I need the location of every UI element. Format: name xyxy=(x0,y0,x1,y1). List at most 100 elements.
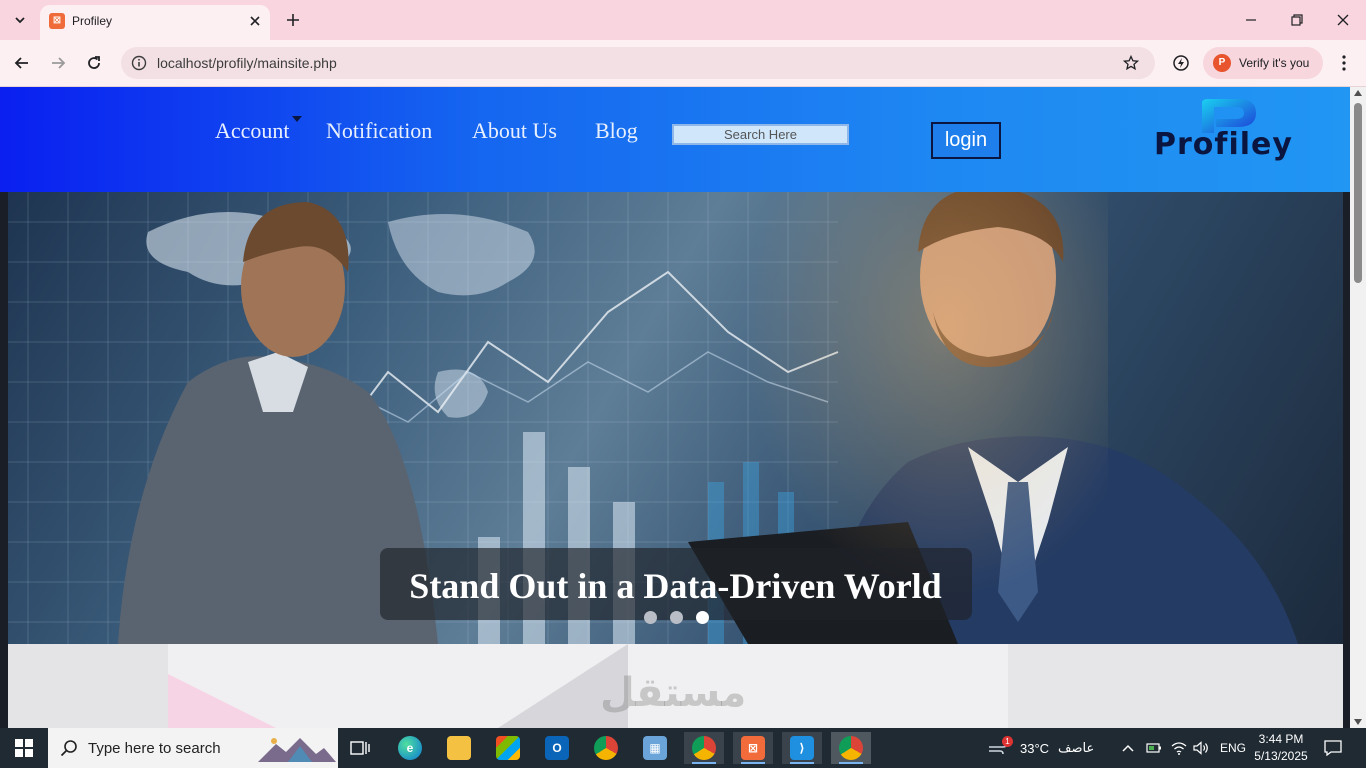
site-info-icon[interactable] xyxy=(130,54,148,72)
taskbar-vscode[interactable]: ⟩ xyxy=(782,732,822,764)
reload-button[interactable] xyxy=(81,50,107,76)
hero-carousel[interactable]: Stand Out in a Data-Driven World xyxy=(8,192,1343,644)
wifi-icon xyxy=(1171,742,1187,755)
address-bar[interactable]: localhost/profily/mainsite.php xyxy=(121,47,1155,79)
scroll-down-arrow-icon[interactable] xyxy=(1354,719,1362,725)
language-indicator[interactable]: ENG xyxy=(1220,728,1246,768)
reload-icon xyxy=(88,56,100,69)
taskbar-chrome-active[interactable] xyxy=(831,732,871,764)
scroll-thumb[interactable] xyxy=(1354,103,1362,283)
profile-label: Verify it's you xyxy=(1239,56,1310,70)
bookmark-star-icon[interactable] xyxy=(1121,53,1141,73)
hero-title: Stand Out in a Data-Driven World xyxy=(409,566,942,606)
browser-toolbar: localhost/profily/mainsite.php P Verify … xyxy=(0,40,1366,87)
extension-icon[interactable] xyxy=(1170,52,1192,74)
speaker-icon xyxy=(1193,741,1208,755)
chevron-down-icon xyxy=(15,17,25,24)
taskbar-search-box[interactable]: Type here to search xyxy=(48,728,338,768)
site-header: Account Notification About Us Blog login… xyxy=(0,87,1350,192)
close-window-button[interactable] xyxy=(1320,0,1366,40)
outlook-icon: O xyxy=(545,736,569,760)
taskbar-file-explorer[interactable] xyxy=(439,732,479,764)
decorative-shape xyxy=(8,644,168,728)
weather-temp: 33°C xyxy=(1020,740,1050,756)
browser-tab-active[interactable]: ⊠ Profiley xyxy=(40,5,270,40)
logo-text: Profiley xyxy=(1154,127,1293,162)
xampp-icon: ⊠ xyxy=(741,736,765,760)
windows-logo-icon xyxy=(15,739,33,757)
profiley-logo[interactable]: Profiley xyxy=(1150,97,1315,167)
mostaql-watermark: مستقل xyxy=(600,670,747,716)
profile-verify-button[interactable]: P Verify it's you xyxy=(1203,47,1323,79)
more-vertical-icon xyxy=(1342,55,1346,71)
taskbar-store[interactable] xyxy=(488,732,528,764)
taskbar-chrome[interactable] xyxy=(586,732,626,764)
taskbar-outlook[interactable]: O xyxy=(537,732,577,764)
windows-taskbar: Type here to search e O ▦ ⊠ ⟩ 1 33°C عاص… xyxy=(0,728,1366,768)
notification-icon xyxy=(1324,740,1342,756)
active-indicator xyxy=(839,762,863,764)
battery-status[interactable] xyxy=(1146,728,1162,768)
close-icon xyxy=(250,16,260,26)
start-button[interactable] xyxy=(0,728,48,768)
page-scrollbar[interactable] xyxy=(1350,87,1366,728)
close-icon xyxy=(1337,14,1349,26)
taskbar-edge[interactable]: e xyxy=(390,732,430,764)
folder-icon xyxy=(447,736,471,760)
account-dropdown-caret-icon[interactable] xyxy=(292,116,302,122)
nav-account[interactable]: Account xyxy=(215,118,290,144)
scroll-up-arrow-icon[interactable] xyxy=(1354,90,1362,96)
back-button[interactable] xyxy=(9,50,35,76)
task-view-icon xyxy=(350,741,370,755)
tab-close-button[interactable] xyxy=(246,12,264,30)
restore-icon xyxy=(1291,14,1303,26)
active-indicator xyxy=(741,762,765,764)
browser-menu-button[interactable] xyxy=(1333,52,1355,74)
active-indicator xyxy=(692,762,716,764)
arrow-right-icon xyxy=(52,57,66,69)
chrome-profile-icon xyxy=(692,736,716,760)
taskbar-xampp[interactable]: ⊠ xyxy=(733,732,773,764)
carousel-dot-1[interactable] xyxy=(644,611,657,624)
system-clock[interactable]: 3:44 PM 5/13/2025 xyxy=(1250,731,1312,765)
restore-button[interactable] xyxy=(1274,0,1320,40)
volume-control[interactable] xyxy=(1193,728,1209,768)
nav-notification[interactable]: Notification xyxy=(326,118,432,144)
content-section: مستقل xyxy=(8,644,1343,728)
tab-search-menu-button[interactable] xyxy=(8,8,32,32)
minimize-icon xyxy=(1246,19,1256,21)
decorative-shape xyxy=(168,674,288,728)
weather-label: عاصف xyxy=(1058,740,1095,755)
forward-button[interactable] xyxy=(45,50,71,76)
show-hidden-icons-button[interactable] xyxy=(1121,728,1135,768)
calculator-icon: ▦ xyxy=(643,736,667,760)
login-button[interactable]: login xyxy=(931,122,1001,159)
arrow-left-icon xyxy=(14,57,28,69)
vscode-icon: ⟩ xyxy=(790,736,814,760)
profile-avatar: P xyxy=(1213,54,1231,72)
browser-tab-bar: ⊠ Profiley xyxy=(0,0,1366,40)
task-view-button[interactable] xyxy=(340,732,380,764)
store-icon xyxy=(496,736,520,760)
url-text[interactable]: localhost/profily/mainsite.php xyxy=(157,55,337,71)
site-search-input[interactable] xyxy=(672,124,849,145)
taskbar-chrome-profile[interactable] xyxy=(684,732,724,764)
weather-widget[interactable]: 1 33°C عاصف xyxy=(988,728,1094,768)
notification-center-button[interactable] xyxy=(1320,736,1346,760)
minimize-button[interactable] xyxy=(1228,0,1274,40)
network-status[interactable] xyxy=(1171,728,1187,768)
search-icon xyxy=(60,740,77,757)
chevron-up-icon xyxy=(1122,744,1134,752)
taskbar-calculator[interactable]: ▦ xyxy=(635,732,675,764)
new-tab-button[interactable] xyxy=(282,9,304,31)
plus-icon xyxy=(287,14,299,26)
nav-blog[interactable]: Blog xyxy=(595,118,638,144)
page-viewport: Account Notification About Us Blog login… xyxy=(0,87,1350,728)
active-indicator xyxy=(790,762,814,764)
nav-about-us[interactable]: About Us xyxy=(472,118,557,144)
carousel-indicators xyxy=(644,611,724,625)
taskbar-search-placeholder: Type here to search xyxy=(88,740,221,757)
carousel-dot-2[interactable] xyxy=(670,611,683,624)
language-text: ENG xyxy=(1220,741,1247,755)
carousel-dot-3[interactable] xyxy=(696,611,709,624)
